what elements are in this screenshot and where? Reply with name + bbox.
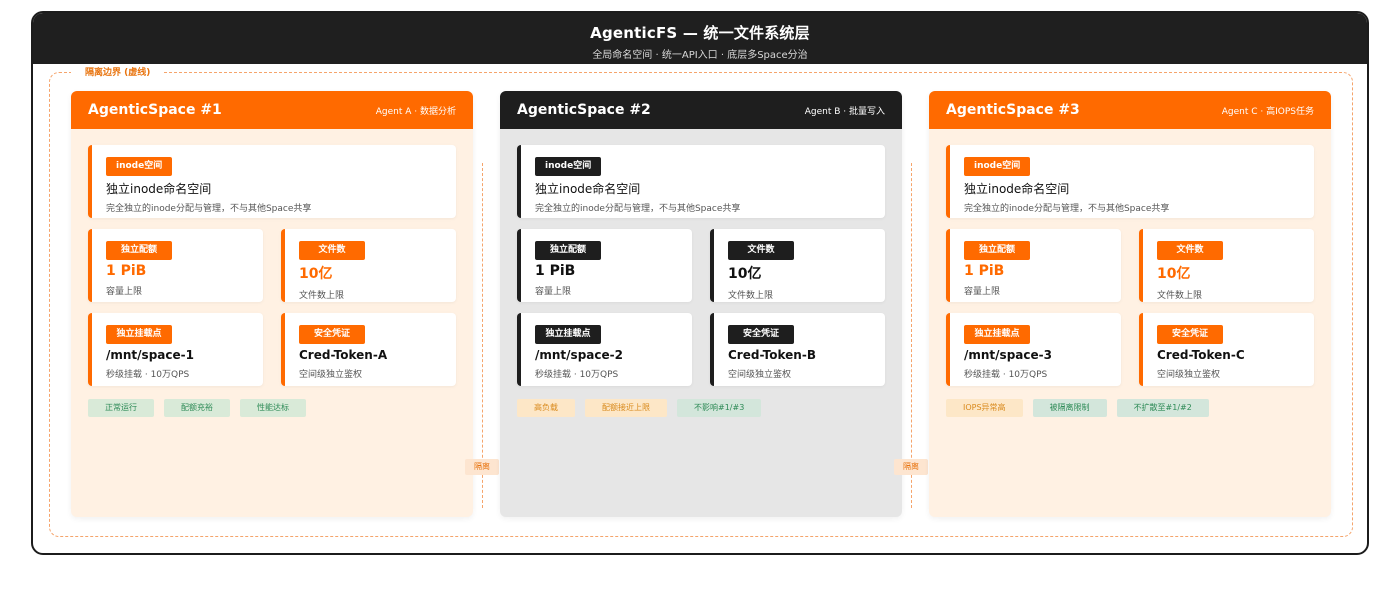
status-badge: 被隔离限制 [1032,399,1107,417]
inode-main: 独立inode命名空间 [106,182,212,196]
mount-desc: 秒级挂载 · 10万QPS [535,370,619,380]
status-badges: IOPS异常高 被隔离限制 不扩散至#1/#2 [946,399,1209,417]
files-desc: 文件数上限 [1157,291,1203,301]
space-title: AgenticSpace #2 [517,102,651,118]
status-badge: 高负载 [517,399,575,417]
status-badge: IOPS异常高 [946,399,1023,417]
space-header: AgenticSpace #3 Agent C · 高IOPS任务 [929,91,1331,129]
page-title: AgenticFS — 统一文件系统层 [590,24,810,42]
files-value: 10亿 [728,266,762,282]
cred-card: 安全凭证 Cred-Token-A 空间级独立鉴权 [281,313,456,386]
quota-card: 独立配额 1 PiB 容量上限 [88,229,263,302]
mount-value: /mnt/space-3 [964,348,1052,362]
files-desc: 文件数上限 [299,291,345,301]
cred-desc: 空间级独立鉴权 [1157,370,1221,380]
cred-value: Cred-Token-B [728,348,816,362]
quota-value: 1 PiB [964,263,1005,279]
quota-desc: 容量上限 [535,287,572,297]
agenticfs-frame: AgenticFS — 统一文件系统层 全局命名空间 · 统一API入口 · 底… [31,11,1369,555]
files-value: 10亿 [299,266,333,282]
files-card: 文件数 10亿 文件数上限 [1139,229,1314,302]
status-badge: 性能达标 [240,399,306,417]
inode-main: 独立inode命名空间 [964,182,1070,196]
files-tag: 文件数 [728,241,794,260]
inode-card: inode空间 独立inode命名空间 完全独立的inode分配与管理，不与其他… [88,145,456,218]
cred-tag: 安全凭证 [299,325,365,344]
status-badge: 不扩散至#1/#2 [1116,399,1209,417]
header: AgenticFS — 统一文件系统层 全局命名空间 · 统一API入口 · 底… [33,13,1367,64]
inode-tag: inode空间 [535,157,602,176]
inode-desc: 完全独立的inode分配与管理，不与其他Space共享 [964,204,1170,214]
quota-tag: 独立配额 [106,241,172,260]
inode-card: inode空间 独立inode命名空间 完全独立的inode分配与管理，不与其他… [517,145,885,218]
inode-tag: inode空间 [964,157,1031,176]
agentic-space-1: AgenticSpace #1 Agent A · 数据分析 inode空间 独… [71,91,473,517]
inode-desc: 完全独立的inode分配与管理，不与其他Space共享 [106,204,312,214]
mount-tag: 独立挂载点 [106,325,172,344]
cred-card: 安全凭证 Cred-Token-B 空间级独立鉴权 [710,313,885,386]
space-agent: Agent C · 高IOPS任务 [1221,106,1314,117]
mount-card: 独立挂载点 /mnt/space-1 秒级挂载 · 10万QPS [88,313,263,386]
mount-card: 独立挂载点 /mnt/space-3 秒级挂载 · 10万QPS [946,313,1121,386]
inode-main: 独立inode命名空间 [535,182,641,196]
isolation-separator [911,163,912,508]
isolation-separator [482,163,483,508]
status-badge: 正常运行 [88,399,154,417]
isolation-separator-label: 隔离 [465,459,499,475]
quota-tag: 独立配额 [964,241,1030,260]
status-badges: 高负载 配额接近上限 不影响#1/#3 [517,399,762,417]
inode-desc: 完全独立的inode分配与管理，不与其他Space共享 [535,204,741,214]
inode-card: inode空间 独立inode命名空间 完全独立的inode分配与管理，不与其他… [946,145,1314,218]
agentic-space-3: AgenticSpace #3 Agent C · 高IOPS任务 inode空… [929,91,1331,517]
files-card: 文件数 10亿 文件数上限 [281,229,456,302]
status-badge: 不影响#1/#3 [677,399,762,417]
mount-desc: 秒级挂载 · 10万QPS [964,370,1048,380]
isolation-boundary-label: 隔离边界 (虚线) [71,66,165,80]
cred-tag: 安全凭证 [1157,325,1223,344]
mount-tag: 独立挂载点 [964,325,1030,344]
mount-value: /mnt/space-1 [106,348,194,362]
mount-desc: 秒级挂载 · 10万QPS [106,370,190,380]
space-agent: Agent B · 批量写入 [804,106,885,117]
space-agent: Agent A · 数据分析 [375,106,456,117]
quota-tag: 独立配额 [535,241,601,260]
files-value: 10亿 [1157,266,1191,282]
inode-tag: inode空间 [106,157,173,176]
page-subtitle: 全局命名空间 · 统一API入口 · 底层多Space分治 [592,50,808,61]
cred-value: Cred-Token-A [299,348,388,362]
status-badge: 配额充裕 [164,399,230,417]
files-desc: 文件数上限 [728,291,774,301]
cred-desc: 空间级独立鉴权 [299,370,363,380]
cred-desc: 空间级独立鉴权 [728,370,792,380]
quota-value: 1 PiB [106,263,147,279]
cred-card: 安全凭证 Cred-Token-C 空间级独立鉴权 [1139,313,1314,386]
agentic-space-2: AgenticSpace #2 Agent B · 批量写入 inode空间 独… [500,91,902,517]
files-tag: 文件数 [299,241,365,260]
quota-desc: 容量上限 [106,287,143,297]
quota-card: 独立配额 1 PiB 容量上限 [946,229,1121,302]
quota-card: 独立配额 1 PiB 容量上限 [517,229,692,302]
space-title: AgenticSpace #3 [946,102,1080,118]
status-badges: 正常运行 配额充裕 性能达标 [88,399,306,417]
space-title: AgenticSpace #1 [88,102,222,118]
status-badge: 配额接近上限 [585,399,667,417]
quota-desc: 容量上限 [964,287,1001,297]
space-header: AgenticSpace #2 Agent B · 批量写入 [500,91,902,129]
cred-value: Cred-Token-C [1157,348,1245,362]
space-header: AgenticSpace #1 Agent A · 数据分析 [71,91,473,129]
quota-value: 1 PiB [535,263,576,279]
isolation-separator-label: 隔离 [894,459,928,475]
mount-value: /mnt/space-2 [535,348,623,362]
files-tag: 文件数 [1157,241,1223,260]
cred-tag: 安全凭证 [728,325,794,344]
mount-card: 独立挂载点 /mnt/space-2 秒级挂载 · 10万QPS [517,313,692,386]
mount-tag: 独立挂载点 [535,325,601,344]
files-card: 文件数 10亿 文件数上限 [710,229,885,302]
